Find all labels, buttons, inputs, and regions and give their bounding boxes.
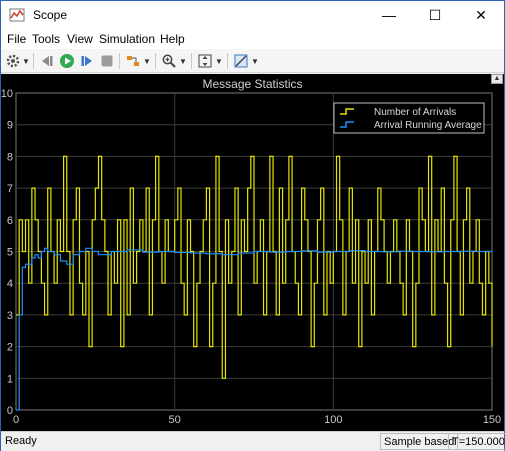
scale-axes-dropdown-icon[interactable]: ▼ — [215, 55, 223, 67]
run-icon[interactable] — [58, 52, 76, 70]
gear-icon[interactable] — [4, 52, 22, 70]
y-tick-label: 6 — [7, 215, 13, 227]
toolbar-separator — [227, 53, 228, 69]
message-statistics-chart[interactable]: 0123456789100 50 100 150Number of ArrivalsA… — [1, 74, 504, 431]
status-bar: Ready Sample based T=150.000 — [1, 431, 505, 451]
x-tick-label: 100 — [324, 414, 342, 426]
measurements-icon[interactable] — [232, 52, 250, 70]
maximize-button[interactable]: ☐ — [412, 1, 458, 29]
highlight-icon[interactable] — [124, 52, 142, 70]
menu-simulation[interactable]: Simulation — [99, 32, 155, 46]
toolbar-separator — [119, 53, 120, 69]
zoom-dropdown-icon[interactable]: ▼ — [179, 55, 187, 67]
collapse-icon[interactable]: ▲ — [491, 74, 503, 84]
scope-app-icon — [9, 8, 25, 22]
scope-window: Scope — ☐ ✕ File Tools View Simulation H… — [0, 0, 505, 451]
menu-view[interactable]: View — [67, 32, 93, 46]
toolbar: ▼ ▼ ▼ ▼ ▼ — [1, 49, 504, 73]
legend-label: Arrival Running Average — [374, 120, 482, 131]
zoom-icon[interactable] — [160, 52, 178, 70]
minimize-button[interactable]: — — [366, 1, 412, 29]
series-arrivals-line — [16, 155, 493, 379]
toolbar-separator — [33, 53, 34, 69]
close-button[interactable]: ✕ — [458, 1, 504, 29]
status-time: T=150.000 — [448, 433, 505, 450]
stop-icon[interactable] — [98, 52, 116, 70]
step-forward-icon[interactable] — [78, 52, 96, 70]
chart-title: Message Statistics — [202, 77, 303, 91]
legend-label: Number of Arrivals — [374, 107, 456, 118]
x-tick-label: 0 — [13, 414, 19, 426]
measurements-dropdown-icon[interactable]: ▼ — [251, 55, 259, 67]
y-tick-label: 3 — [7, 310, 13, 322]
y-tick-label: 4 — [7, 278, 13, 290]
status-mode: Sample based — [380, 433, 459, 450]
y-tick-label: 2 — [7, 342, 13, 354]
scale-axes-icon[interactable] — [196, 52, 214, 70]
step-back-icon[interactable] — [38, 52, 56, 70]
gear-dropdown-icon[interactable]: ▼ — [22, 55, 30, 67]
toolbar-separator — [191, 53, 192, 69]
window-title: Scope — [33, 8, 68, 22]
y-tick-label: 8 — [7, 151, 13, 163]
toolbar-separator — [155, 53, 156, 69]
menu-file[interactable]: File — [7, 32, 26, 46]
x-tick-label: 50 — [169, 414, 181, 426]
x-tick-label: 150 — [483, 414, 501, 426]
y-tick-label: 7 — [7, 183, 13, 195]
title-bar: Scope — ☐ ✕ — [1, 1, 504, 29]
menu-help[interactable]: Help — [160, 32, 185, 46]
y-tick-label: 1 — [7, 373, 13, 385]
highlight-dropdown-icon[interactable]: ▼ — [143, 55, 151, 67]
y-tick-label: 5 — [7, 247, 13, 259]
y-tick-label: 9 — [7, 120, 13, 132]
menu-bar: File Tools View Simulation Help ➘ — [1, 29, 504, 73]
status-ready: Ready — [5, 435, 37, 447]
menu-tools[interactable]: Tools — [32, 32, 60, 46]
